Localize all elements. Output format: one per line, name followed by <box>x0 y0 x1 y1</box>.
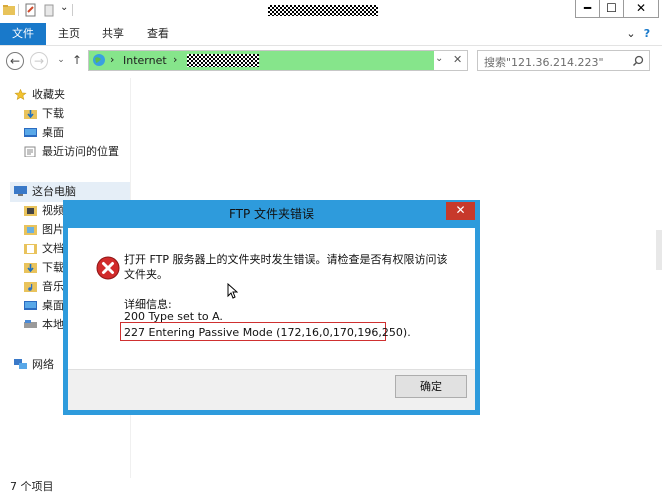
dialog-title: FTP 文件夹错误 <box>228 207 315 221</box>
forward-button[interactable]: → <box>30 52 48 70</box>
close-button[interactable]: ✕ <box>623 0 659 18</box>
breadcrumb-separator[interactable]: › <box>110 53 114 66</box>
tab-home[interactable]: 主页 <box>52 23 86 45</box>
customize-toolbar-icon[interactable]: ⌄ <box>60 2 68 13</box>
status-bar <box>0 494 662 500</box>
nav-item-desktop[interactable]: 桌面 <box>24 124 64 142</box>
detail-line-2: 227 Entering Passive Mode (172,16,0,170,… <box>124 326 411 339</box>
address-path-area[interactable]: › Internet › <box>89 51 434 70</box>
nav-label: 收藏夹 <box>32 88 65 101</box>
nav-label: 这台电脑 <box>32 185 76 198</box>
nav-label: 视频 <box>42 204 64 217</box>
star-icon <box>14 89 27 100</box>
nav-item-downloads[interactable]: 下载 <box>24 105 64 123</box>
globe-icon <box>93 54 105 66</box>
network-icon <box>14 359 27 369</box>
documents-folder-icon <box>24 244 37 254</box>
nav-label: 图片 <box>42 223 64 236</box>
ribbon-tabs: 文件 主页 共享 查看 ⌄ ? <box>0 23 662 46</box>
nav-item-thispc[interactable]: 这台电脑 <box>14 183 76 201</box>
nav-label: 桌面 <box>42 126 64 139</box>
back-button[interactable]: ← <box>6 52 24 70</box>
nav-item-videos[interactable]: 视频 <box>24 202 64 220</box>
properties-icon[interactable] <box>24 3 38 17</box>
redacted-address-segment <box>187 54 259 67</box>
video-folder-icon <box>24 206 37 216</box>
nav-item-pictures[interactable]: 图片 <box>24 221 64 239</box>
nav-item-network[interactable]: 网络 <box>14 356 54 374</box>
search-box[interactable]: 搜索"121.36.214.223" <box>477 50 650 71</box>
recent-places-icon <box>24 146 36 157</box>
mouse-cursor-icon <box>227 283 238 299</box>
ftp-error-dialog: FTP 文件夹错误 ✕ 打开 FTP 服务器上的文件夹时发生错误。请检查是否有权… <box>63 200 480 415</box>
nav-label: 文档 <box>42 242 64 255</box>
status-item-count: 7 个项目 <box>10 480 54 493</box>
up-button[interactable]: ↑ <box>68 52 86 70</box>
nav-item-favorites[interactable]: 收藏夹 <box>14 86 65 104</box>
nav-item-recent[interactable]: 最近访问的位置 <box>24 143 119 161</box>
nav-label: 桌面 <box>42 299 64 312</box>
desktop-icon <box>24 128 37 137</box>
nav-label: 最近访问的位置 <box>42 145 119 158</box>
help-icon[interactable]: ? <box>640 23 654 45</box>
search-input[interactable]: 搜索"121.36.214.223" <box>484 54 604 70</box>
downloads-folder-icon <box>24 263 37 273</box>
divider <box>18 4 19 16</box>
dialog-message: 打开 FTP 服务器上的文件夹时发生错误。请检查是否有权限访问该文件夹。 <box>124 253 448 281</box>
nav-item-local-disk[interactable]: 本地 <box>24 316 64 334</box>
tab-file[interactable]: 文件 <box>0 23 46 45</box>
downloads-folder-icon <box>24 110 37 119</box>
tab-view[interactable]: 查看 <box>141 23 175 45</box>
clear-address-icon[interactable]: ✕ <box>453 53 462 66</box>
title-bar: ⌄ ━ ☐ ✕ <box>0 0 662 22</box>
redacted-window-title <box>268 5 378 16</box>
desktop-icon <box>24 301 37 310</box>
nav-item-music[interactable]: 音乐 <box>24 278 64 296</box>
scrollbar-thumb[interactable] <box>656 230 662 270</box>
breadcrumb-separator[interactable]: › <box>173 53 177 66</box>
new-folder-icon[interactable] <box>42 3 56 17</box>
dialog-footer: 确定 <box>68 369 475 410</box>
maximize-button[interactable]: ☐ <box>599 0 624 18</box>
computer-icon <box>14 186 27 196</box>
tab-share[interactable]: 共享 <box>96 23 130 45</box>
explorer-icon <box>3 5 15 15</box>
ok-button[interactable]: 确定 <box>395 375 467 398</box>
nav-label: 网络 <box>32 358 54 371</box>
drive-icon <box>24 320 37 328</box>
breadcrumb-internet[interactable]: Internet <box>123 54 167 67</box>
dialog-body: 打开 FTP 服务器上的文件夹时发生错误。请检查是否有权限访问该文件夹。 详细信… <box>68 228 475 369</box>
ribbon-expand-chevron-icon[interactable]: ⌄ <box>624 23 638 45</box>
music-folder-icon <box>24 282 37 292</box>
nav-item-downloads-pc[interactable]: 下载 <box>24 259 64 277</box>
dialog-close-button[interactable]: ✕ <box>446 202 475 220</box>
nav-item-documents[interactable]: 文档 <box>24 240 64 258</box>
nav-label: 下载 <box>42 261 64 274</box>
search-icon[interactable] <box>632 55 644 67</box>
pictures-folder-icon <box>24 225 37 235</box>
error-icon <box>96 256 120 280</box>
minimize-button[interactable]: ━ <box>575 0 600 18</box>
nav-label: 下载 <box>42 107 64 120</box>
divider <box>72 4 73 16</box>
address-dropdown-icon[interactable]: ⌄ <box>435 53 443 64</box>
nav-label: 本地 <box>42 318 64 331</box>
address-bar[interactable]: › Internet › ⌄ ✕ <box>88 50 468 71</box>
nav-item-desktop-pc[interactable]: 桌面 <box>24 297 64 315</box>
nav-label: 音乐 <box>42 280 64 293</box>
